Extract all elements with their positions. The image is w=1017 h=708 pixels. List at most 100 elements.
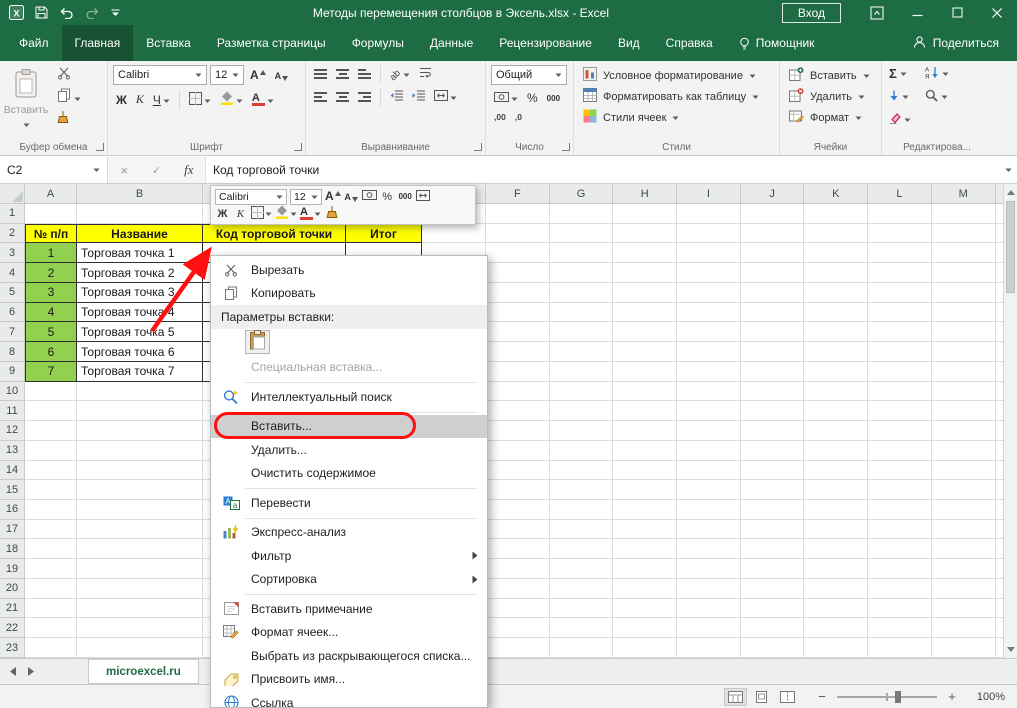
cell-L3[interactable]	[868, 243, 932, 263]
cell-J16[interactable]	[741, 500, 805, 520]
tab-assistant[interactable]: Помощник	[726, 25, 828, 61]
cell-F19[interactable]	[486, 559, 550, 579]
cell-M22[interactable]	[932, 618, 996, 638]
scroll-up-icon[interactable]	[1004, 185, 1017, 200]
cell-N12[interactable]	[996, 421, 1004, 441]
cell-L8[interactable]	[868, 342, 932, 362]
cell-I5[interactable]	[677, 283, 741, 303]
cell-G16[interactable]	[550, 500, 614, 520]
cell-A23[interactable]	[25, 638, 77, 658]
cell-M6[interactable]	[932, 303, 996, 323]
tab-file[interactable]: Файл	[6, 25, 62, 61]
excel-logo-icon[interactable]: X	[9, 5, 24, 20]
increase-decimal-button[interactable]: ,00	[491, 111, 509, 123]
cell-H4[interactable]	[613, 263, 677, 283]
cell-G4[interactable]	[550, 263, 614, 283]
column-header-J[interactable]: J	[741, 184, 805, 203]
cell-B15[interactable]	[77, 480, 203, 500]
shrink-font-button[interactable]: А	[272, 67, 292, 83]
cell-K5[interactable]	[804, 283, 868, 303]
cell-N3[interactable]	[996, 243, 1004, 263]
orientation-button[interactable]: ab	[387, 66, 413, 82]
cell-A13[interactable]	[25, 441, 77, 461]
cell-A10[interactable]	[25, 382, 77, 402]
fill-color-button[interactable]	[217, 90, 246, 109]
cell-M14[interactable]	[932, 461, 996, 481]
copy-button[interactable]	[54, 89, 84, 106]
cell-N10[interactable]	[996, 382, 1004, 402]
cell-J9[interactable]	[741, 362, 805, 382]
row-header-17[interactable]: 17	[0, 520, 25, 540]
undo-icon[interactable]	[59, 7, 74, 19]
cell-L13[interactable]	[868, 441, 932, 461]
clear-button[interactable]	[887, 111, 913, 128]
cell-J3[interactable]	[741, 243, 805, 263]
cell-N19[interactable]	[996, 559, 1004, 579]
cancel-button[interactable]: ×	[113, 157, 135, 183]
cell-L20[interactable]	[868, 579, 932, 599]
tab-review[interactable]: Рецензирование	[486, 25, 605, 61]
cell-B19[interactable]	[77, 559, 203, 579]
cell-B2[interactable]: Название	[77, 224, 203, 244]
cell-M2[interactable]	[932, 224, 996, 244]
column-header-A[interactable]: A	[25, 184, 77, 203]
mini-bold-button[interactable]: Ж	[215, 206, 230, 222]
cell-M13[interactable]	[932, 441, 996, 461]
menu-item-delete[interactable]: Удалить...	[211, 438, 487, 462]
mini-shrink-font-button[interactable]: А	[344, 189, 359, 205]
column-header-M[interactable]: M	[932, 184, 996, 203]
cell-F8[interactable]	[486, 342, 550, 362]
fill-button[interactable]	[887, 88, 913, 105]
share-button[interactable]: Поделиться	[913, 25, 1017, 61]
cell-G23[interactable]	[550, 638, 614, 658]
cell-M11[interactable]	[932, 401, 996, 421]
format-as-table-button[interactable]: Форматировать как таблицу	[579, 86, 776, 107]
zoom-slider[interactable]	[837, 696, 937, 698]
format-painter-button[interactable]	[54, 111, 84, 128]
menu-item-quick-analysis[interactable]: Экспресс-анализ	[211, 521, 487, 545]
cell-L12[interactable]	[868, 421, 932, 441]
cell-N2[interactable]	[996, 224, 1004, 244]
row-header-10[interactable]: 10	[0, 382, 25, 402]
menu-item-cut[interactable]: Вырезать	[211, 258, 487, 282]
cell-M20[interactable]	[932, 579, 996, 599]
cell-G20[interactable]	[550, 579, 614, 599]
row-header-20[interactable]: 20	[0, 579, 25, 599]
cell-F2[interactable]	[486, 224, 550, 244]
cell-J19[interactable]	[741, 559, 805, 579]
cell-I15[interactable]	[677, 480, 741, 500]
cell-G9[interactable]	[550, 362, 614, 382]
cell-N7[interactable]	[996, 322, 1004, 342]
row-header-23[interactable]: 23	[0, 638, 25, 658]
cell-G6[interactable]	[550, 303, 614, 323]
cell-K2[interactable]	[804, 224, 868, 244]
cell-I21[interactable]	[677, 599, 741, 619]
cell-F6[interactable]	[486, 303, 550, 323]
select-all-button[interactable]	[0, 184, 25, 203]
cell-N17[interactable]	[996, 520, 1004, 540]
cell-B5[interactable]: Торговая точка 3	[77, 283, 203, 303]
cell-A16[interactable]	[25, 500, 77, 520]
cell-J5[interactable]	[741, 283, 805, 303]
cell-A2[interactable]: № п/п	[25, 224, 77, 244]
cell-G3[interactable]	[550, 243, 614, 263]
cell-M16[interactable]	[932, 500, 996, 520]
percent-style-button[interactable]: %	[524, 90, 541, 106]
cell-I8[interactable]	[677, 342, 741, 362]
column-header-G[interactable]: G	[550, 184, 614, 203]
mini-comma-button[interactable]: 000	[398, 189, 413, 205]
cell-J4[interactable]	[741, 263, 805, 283]
close-button[interactable]	[977, 0, 1017, 25]
tab-data[interactable]: Данные	[417, 25, 486, 61]
cell-I12[interactable]	[677, 421, 741, 441]
cell-H2[interactable]	[613, 224, 677, 244]
cell-J12[interactable]	[741, 421, 805, 441]
cell-K1[interactable]	[804, 204, 868, 224]
maximize-button[interactable]	[937, 0, 977, 25]
cell-D2[interactable]: Итог	[346, 224, 422, 244]
cell-G13[interactable]	[550, 441, 614, 461]
cell-B20[interactable]	[77, 579, 203, 599]
cell-B8[interactable]: Торговая точка 6	[77, 342, 203, 362]
accounting-format-button[interactable]	[491, 90, 521, 106]
cell-H23[interactable]	[613, 638, 677, 658]
